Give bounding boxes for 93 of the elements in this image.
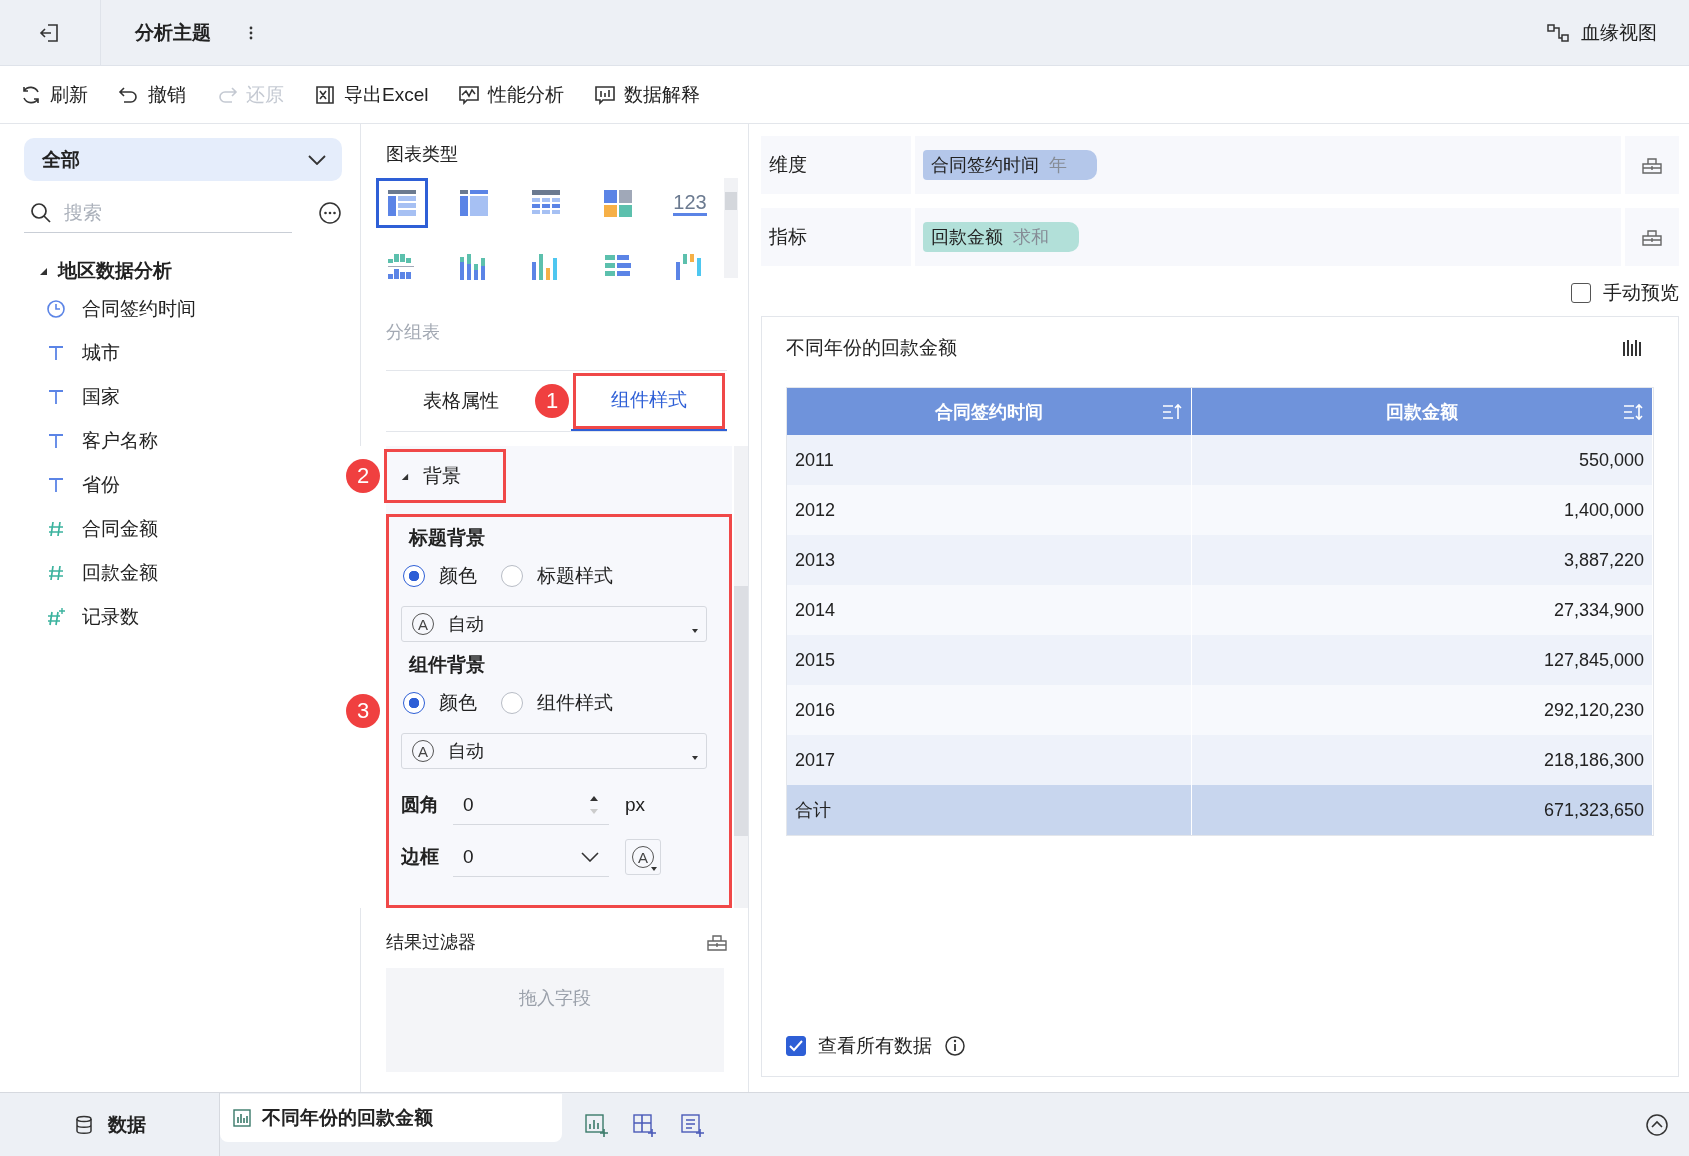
section-title: 图表类型 bbox=[386, 143, 459, 166]
add-grid-icon[interactable] bbox=[632, 1112, 658, 1137]
spreadsheet-icon bbox=[314, 83, 336, 106]
page-title: 分析主题 bbox=[135, 20, 211, 45]
tab[interactable]: 表格属性 bbox=[386, 371, 535, 431]
section-title: 结果过滤器 bbox=[386, 931, 476, 954]
chart-type-button[interactable] bbox=[376, 178, 428, 228]
line-chart-icon bbox=[458, 83, 481, 106]
option-label[interactable]: 颜色 bbox=[439, 563, 477, 589]
field-chip[interactable]: 回款金额 求和 bbox=[923, 222, 1079, 252]
hash-icon bbox=[46, 519, 66, 539]
color-select[interactable]: A 自动 bbox=[401, 606, 707, 642]
checkbox-label[interactable]: 查看所有数据 bbox=[818, 1033, 932, 1059]
table-icon bbox=[458, 188, 490, 218]
field-item[interactable]: 合同金额 bbox=[82, 516, 158, 542]
radio-button[interactable] bbox=[403, 565, 425, 587]
widget-title: 不同年份的回款金额 bbox=[786, 336, 957, 360]
shelf-label: 指标 bbox=[761, 208, 911, 266]
toolbar-button[interactable]: 导出Excel bbox=[314, 81, 429, 108]
number-input[interactable]: 0 bbox=[463, 793, 474, 816]
scrollbar[interactable] bbox=[734, 446, 748, 908]
section-toggle[interactable]: 背景 bbox=[386, 451, 504, 501]
option-label[interactable]: 标题样式 bbox=[537, 563, 613, 589]
field-item[interactable]: 记录数 bbox=[82, 604, 139, 630]
field-chip[interactable]: 合同签约时间 年 bbox=[923, 150, 1097, 180]
tree-folder[interactable]: 地区数据分析 bbox=[58, 258, 172, 284]
sheet-tab[interactable]: 不同年份的回款金额 bbox=[220, 1093, 562, 1142]
text-icon bbox=[46, 475, 66, 495]
scrollbar[interactable] bbox=[724, 178, 738, 278]
checkbox[interactable] bbox=[786, 1036, 806, 1056]
chevron-down-icon[interactable] bbox=[581, 851, 599, 862]
option-label[interactable]: 组件样式 bbox=[537, 690, 613, 716]
add-chart-icon[interactable] bbox=[584, 1112, 610, 1137]
field-item[interactable]: 合同签约时间 bbox=[82, 296, 196, 322]
group-title: 组件背景 bbox=[409, 653, 486, 677]
field-item[interactable]: 客户名称 bbox=[82, 428, 158, 454]
field-label: 边框 bbox=[401, 845, 440, 869]
step-marker: 3 bbox=[346, 694, 380, 728]
lineage-view-button[interactable]: 血缘视图 bbox=[1547, 19, 1657, 46]
bar-chart-icon bbox=[232, 1107, 252, 1128]
field-item[interactable]: 省份 bbox=[82, 472, 120, 498]
hash-icon bbox=[46, 563, 66, 583]
toolbar-button[interactable]: 刷新 bbox=[20, 81, 88, 108]
sort-icon[interactable] bbox=[1161, 401, 1183, 422]
unit-label: px bbox=[625, 794, 646, 816]
more-icon[interactable] bbox=[249, 25, 253, 40]
clock-icon bbox=[46, 299, 66, 319]
chart-type-name: 分组表 bbox=[386, 321, 441, 344]
toolbar-button[interactable]: 撤销 bbox=[118, 81, 186, 108]
search-icon bbox=[30, 202, 52, 224]
more-icon[interactable] bbox=[318, 201, 342, 225]
text-icon bbox=[46, 387, 66, 407]
database-icon bbox=[73, 1114, 94, 1135]
hash-icon bbox=[46, 607, 66, 627]
lineage-icon bbox=[1547, 22, 1571, 43]
scope-dropdown[interactable]: 全部 bbox=[24, 138, 342, 181]
toolbar-button[interactable]: 数据解释 bbox=[594, 81, 701, 108]
search-field[interactable]: 搜索 bbox=[24, 193, 292, 233]
bars-icon[interactable] bbox=[1622, 338, 1644, 358]
table-icon bbox=[386, 188, 418, 218]
step-marker: 2 bbox=[346, 459, 380, 493]
option-label[interactable]: 颜色 bbox=[439, 690, 477, 716]
field-item[interactable]: 国家 bbox=[82, 384, 120, 410]
bar-chart-icon bbox=[594, 83, 617, 106]
toolbar-button[interactable]: 性能分析 bbox=[458, 81, 565, 108]
color-picker-button[interactable]: A bbox=[625, 839, 661, 875]
field-item[interactable]: 城市 bbox=[82, 340, 120, 366]
color-select[interactable]: A 自动 bbox=[401, 733, 707, 769]
radio-button[interactable] bbox=[501, 692, 523, 714]
total-cell: 合计 bbox=[787, 785, 1192, 835]
tab[interactable]: 组件样式 bbox=[571, 371, 727, 431]
chart-type-button[interactable]: 123 bbox=[664, 178, 716, 228]
info-icon[interactable] bbox=[944, 1035, 966, 1057]
text-icon bbox=[46, 343, 66, 363]
field-label: 圆角 bbox=[401, 793, 440, 817]
total-cell: 671,323,650 bbox=[1192, 785, 1653, 835]
add-text-icon[interactable] bbox=[680, 1112, 706, 1137]
sort-icon[interactable] bbox=[1622, 401, 1644, 422]
step-marker: 1 bbox=[535, 384, 569, 418]
collapse-icon[interactable] bbox=[1645, 1112, 1669, 1137]
exit-icon[interactable] bbox=[39, 21, 61, 44]
chevron-down-icon bbox=[308, 154, 326, 165]
text-icon bbox=[46, 431, 66, 451]
expand-icon[interactable] bbox=[38, 266, 48, 276]
shelf-label: 维度 bbox=[761, 136, 911, 194]
radio-button[interactable] bbox=[403, 692, 425, 714]
checkbox-label[interactable]: 手动预览 bbox=[1603, 280, 1679, 306]
border-dropdown[interactable]: 0 bbox=[463, 845, 474, 868]
field-item[interactable]: 回款金额 bbox=[82, 560, 158, 586]
group-title: 标题背景 bbox=[409, 526, 486, 550]
checkbox[interactable] bbox=[1571, 283, 1591, 303]
radio-button[interactable] bbox=[501, 565, 523, 587]
tiles-icon bbox=[602, 188, 634, 218]
